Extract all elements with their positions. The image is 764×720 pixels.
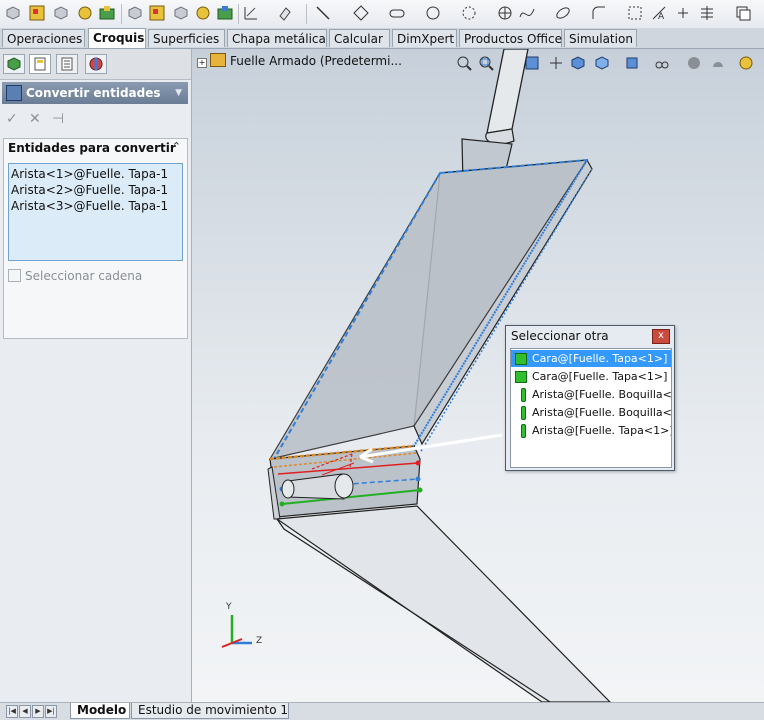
edge-icon xyxy=(521,388,526,402)
tab-croquis[interactable]: Croquis xyxy=(88,28,146,48)
list-item[interactable]: Arista@[Fuelle. Boquilla<1 xyxy=(511,404,671,421)
manager-tabs xyxy=(0,49,191,80)
entities-group-box: Entidades para convertir ⌃ Arista<1>@Fue… xyxy=(3,138,188,339)
pushpin-icon[interactable]: ⊣ xyxy=(52,111,64,127)
collapse-group-icon[interactable]: ⌃ xyxy=(172,140,181,153)
smart-component-icon[interactable] xyxy=(4,4,22,22)
entities-list[interactable]: Arista<1>@Fuelle. Tapa-1 Arista<2>@Fuell… xyxy=(8,163,183,261)
mate-icon[interactable] xyxy=(76,4,94,22)
convert-entities-icon[interactable] xyxy=(734,4,752,22)
previous-tab-icon[interactable]: ◀ xyxy=(19,705,31,718)
cancel-x-icon[interactable]: ✕ xyxy=(29,111,41,127)
fillet-icon[interactable] xyxy=(590,4,608,22)
sketch-icon[interactable] xyxy=(242,4,260,22)
feature-tree-icon xyxy=(7,57,21,71)
svg-text:A: A xyxy=(658,12,665,22)
ellipse-icon[interactable] xyxy=(554,4,572,22)
triad-y-label: Y xyxy=(226,602,232,612)
interference-icon[interactable] xyxy=(194,4,212,22)
select-chain-row: Seleccionar cadena xyxy=(8,269,142,283)
text-icon[interactable]: A xyxy=(650,4,668,22)
tab-chapa-metalica[interactable]: Chapa metálica xyxy=(227,29,327,47)
assembly-icon[interactable] xyxy=(28,4,46,22)
collapse-arrow-icon[interactable]: ▼ xyxy=(175,82,182,104)
tab-simulation[interactable]: Simulation xyxy=(564,29,637,47)
select-other-dialog: Seleccionar otra x Cara@[Fuelle. Tapa<1>… xyxy=(505,325,675,471)
plane-icon[interactable] xyxy=(626,4,644,22)
tab-dimxpert[interactable]: DimXpert xyxy=(392,29,457,47)
first-tab-icon[interactable]: |◀ xyxy=(6,705,18,718)
next-tab-icon[interactable]: ▶ xyxy=(32,705,44,718)
list-item[interactable]: Cara@[Fuelle. Tapa<1>] xyxy=(511,368,671,385)
list-item[interactable]: Arista<3>@Fuelle. Tapa-1 xyxy=(11,198,180,214)
list-item[interactable]: Cara@[Fuelle. Tapa<1>] xyxy=(511,350,671,367)
convert-entities-icon xyxy=(6,85,22,101)
spline-icon[interactable] xyxy=(518,4,536,22)
circle-icon[interactable] xyxy=(424,4,442,22)
graphics-area[interactable]: + Fuelle Armado (Predetermi... Y Z xyxy=(192,49,764,702)
edge-icon xyxy=(521,406,526,420)
orientation-triad xyxy=(221,615,252,648)
display-manager-tab[interactable] xyxy=(85,54,107,74)
close-button[interactable]: x xyxy=(652,329,670,344)
smart-dimension-icon[interactable] xyxy=(276,4,294,22)
list-item[interactable]: Arista@[Fuelle. Boquilla<1 xyxy=(511,386,671,403)
trim-icon[interactable] xyxy=(698,4,716,22)
configuration-icon xyxy=(61,57,73,71)
tab-superficies[interactable]: Superficies xyxy=(148,29,225,47)
arc-icon[interactable] xyxy=(460,4,478,22)
property-icon xyxy=(34,57,46,71)
line-icon[interactable] xyxy=(314,4,332,22)
configuration-manager-tab[interactable] xyxy=(56,54,78,74)
move-component-icon[interactable] xyxy=(98,4,116,22)
triad-z-label: Z xyxy=(256,636,263,646)
command-manager-tabs: Operaciones Croquis Superficies Chapa me… xyxy=(0,28,764,49)
bill-of-materials-icon[interactable] xyxy=(216,4,234,22)
list-item[interactable]: Arista<1>@Fuelle. Tapa-1 xyxy=(11,166,180,182)
toolbar-separator xyxy=(121,4,122,24)
face-icon xyxy=(515,353,527,365)
select-other-title: Seleccionar otra xyxy=(511,329,609,343)
group-title: Entidades para convertir xyxy=(8,141,176,155)
rectangle-icon[interactable] xyxy=(352,4,370,22)
select-chain-label: Seleccionar cadena xyxy=(25,269,143,283)
component-icon[interactable] xyxy=(52,4,70,22)
tab-calcular[interactable]: Calcular xyxy=(329,29,390,47)
feature-manager-tab[interactable] xyxy=(3,54,25,74)
tab-estudio-de-movimiento[interactable]: Estudio de movimiento 1 xyxy=(131,703,289,719)
face-icon xyxy=(515,371,527,383)
toolbar-separator xyxy=(306,4,307,24)
select-chain-checkbox[interactable] xyxy=(8,269,21,282)
select-other-list[interactable]: Cara@[Fuelle. Tapa<1>] Cara@[Fuelle. Tap… xyxy=(510,348,672,468)
polygon-icon[interactable] xyxy=(496,4,514,22)
list-item[interactable]: Arista<2>@Fuelle. Tapa-1 xyxy=(11,182,180,198)
command-toolbar: A xyxy=(0,0,764,29)
edge-icon xyxy=(521,424,526,438)
explode-icon[interactable] xyxy=(148,4,166,22)
property-manager-actions: ✓ ✕ ⊣ xyxy=(4,111,184,131)
tab-productos-office[interactable]: Productos Office xyxy=(459,29,562,47)
part-icon[interactable] xyxy=(126,4,144,22)
property-manager-title: Convertir entidades xyxy=(26,86,161,100)
tab-modelo[interactable]: Modelo xyxy=(70,703,130,719)
ok-check-icon[interactable]: ✓ xyxy=(6,111,18,127)
pattern-icon[interactable] xyxy=(172,4,190,22)
property-manager-title-bar: Convertir entidades ▼ xyxy=(2,82,188,104)
slot-icon[interactable] xyxy=(388,4,406,22)
model-graphic[interactable] xyxy=(192,49,764,702)
tab-operaciones[interactable]: Operaciones xyxy=(2,29,85,47)
property-manager-panel: Convertir entidades ▼ ✓ ✕ ⊣ Entidades pa… xyxy=(0,49,192,702)
bottom-tab-bar: |◀ ◀ ▶ ▶| Modelo Estudio de movimiento 1 xyxy=(0,702,764,720)
list-item[interactable]: Arista@[Fuelle. Tapa<1>] xyxy=(511,422,671,439)
toolbar-separator xyxy=(238,4,239,24)
last-tab-icon[interactable]: ▶| xyxy=(45,705,57,718)
display-manager-icon xyxy=(89,57,103,71)
property-manager-tab[interactable] xyxy=(29,54,51,74)
point-icon[interactable] xyxy=(674,4,692,22)
